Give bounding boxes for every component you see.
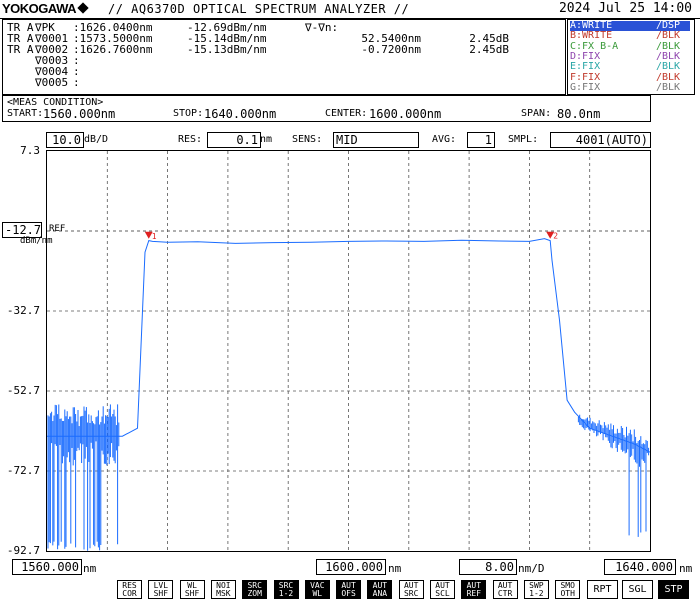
softkey-line2: 1-2 xyxy=(278,589,294,598)
trace-mode-display: /BLK xyxy=(656,81,681,93)
softkey-line2: CTR xyxy=(497,589,513,598)
start-value: 1560.000nm xyxy=(43,107,116,121)
marker-cell: -15.13dBm/nm xyxy=(187,43,267,56)
softkey-line2: SRC xyxy=(403,589,419,598)
softkey-line2: MSK xyxy=(216,589,231,598)
softkey-line2: 1-2 xyxy=(529,589,544,598)
marker-cell: :1626.7600nm xyxy=(73,43,153,56)
softkey-src-1-2[interactable]: SRC 1-2 xyxy=(273,580,299,599)
softkey-line2: COR xyxy=(122,589,137,598)
trace-mode-name: G:FIX xyxy=(570,81,601,93)
stop-label: STOP: xyxy=(173,108,204,119)
sens-field[interactable]: MID xyxy=(333,132,419,148)
softkey-res-cor[interactable]: RES COR xyxy=(117,580,142,599)
softkey-wl-shf[interactable]: WL SHF xyxy=(179,580,205,599)
trace-mode-item[interactable]: G:FIX/BLK xyxy=(570,81,690,93)
x-center-value[interactable]: 1600.000 xyxy=(316,559,386,575)
softkey-noi-msk[interactable]: NOI MSK xyxy=(210,580,236,599)
brand-name: YOKOGAWA xyxy=(2,1,77,16)
sens-label: SENS: xyxy=(292,134,323,145)
trace-mode-display: /BLK xyxy=(656,61,681,73)
softkey-line2: ANA xyxy=(372,589,388,598)
stp-button[interactable]: STP xyxy=(658,580,689,599)
res-label: RES: xyxy=(178,134,203,145)
span-value: 80.0nm xyxy=(557,107,601,121)
x-start-unit: nm xyxy=(83,562,97,575)
scale-field[interactable]: 10.0 xyxy=(46,132,84,148)
softkey-aut-ana[interactable]: AUT ANA xyxy=(367,580,393,599)
y-tick-label: -72.7 xyxy=(6,464,40,477)
scale-unit: dB/D xyxy=(84,134,109,145)
smpl-field[interactable]: 4001(AUTO) xyxy=(550,132,651,148)
start-label: START: xyxy=(7,108,44,119)
spectrum-plot[interactable]: REF 12 xyxy=(46,150,651,552)
softkey-aut-ctr[interactable]: AUT CTR xyxy=(492,580,518,599)
marker-cell: : xyxy=(73,76,80,89)
softkey-aut-ref[interactable]: AUT REF xyxy=(461,580,487,599)
span-label: SPAN: xyxy=(521,108,552,119)
softkey-line2: OTH xyxy=(560,589,575,598)
brand-logo: YOKOGAWA xyxy=(2,1,90,16)
sgl-button[interactable]: SGL xyxy=(622,580,653,599)
x-scale-unit: nm/D xyxy=(518,562,545,575)
softkey-lvl-shf[interactable]: LVL SHF xyxy=(148,580,174,599)
diamond-icon xyxy=(77,2,89,14)
softkey-src-zom[interactable]: SRC ZOM xyxy=(242,580,268,599)
res-unit: nm xyxy=(260,134,273,145)
marker-cell: TR A xyxy=(7,43,34,56)
softkey-line2: ZOM xyxy=(247,589,262,598)
trace-mode-panel: A:WRITE/DSP B:WRITE/BLK C:FX B-A/BLK D:FIX /… xyxy=(567,19,695,95)
softkey-line2: WL xyxy=(312,589,323,598)
trace-mode-display: /BLK xyxy=(656,30,681,42)
ref-label: REF xyxy=(49,224,66,234)
center-label: CENTER: xyxy=(325,108,368,119)
instrument-title: // AQ6370D OPTICAL SPECTRUM ANALYZER // xyxy=(108,2,410,16)
markers: 12 xyxy=(144,231,558,241)
meas-condition: <MEAS CONDITION> START: 1560.000nm STOP:… xyxy=(2,95,651,122)
x-stop-unit: nm xyxy=(679,562,693,575)
marker-cell: ∇-∇n: xyxy=(305,21,339,34)
smpl-label: SMPL: xyxy=(508,134,539,145)
softkey-aut-src[interactable]: AUT SRC xyxy=(398,580,424,599)
avg-field[interactable]: 1 xyxy=(467,132,495,148)
avg-label: AVG: xyxy=(432,134,457,145)
marker-cell: ∇0005 xyxy=(35,76,69,89)
softkey-line2: SHF xyxy=(184,589,200,598)
softkey-line2: SHF xyxy=(153,589,169,598)
y-tick-bottom: -92.7 xyxy=(6,544,40,557)
softkey-aut-ofs[interactable]: AUT OFS xyxy=(336,580,362,599)
x-start-value[interactable]: 1560.000 xyxy=(12,559,82,575)
marker-label: 2 xyxy=(553,232,558,241)
rpt-button[interactable]: RPT xyxy=(587,580,618,599)
x-scale-value[interactable]: 8.00 xyxy=(459,559,517,575)
y-tick-label: -52.7 xyxy=(6,384,40,397)
marker-cell: -0.7200nm xyxy=(361,43,421,56)
softkey-swp-1-2[interactable]: SWP 1-2 xyxy=(523,580,549,599)
marker-table: TR A ∇PK:1626.0400nm -12.69dBm/nm ∇-∇n: TR A… xyxy=(2,19,566,95)
trace-mode-display: /BLK xyxy=(656,71,681,83)
softkey-line2: SCL xyxy=(435,589,450,598)
marker-cell: 2.45dB xyxy=(469,43,509,56)
softkey-line2: REF xyxy=(466,589,482,598)
y-tick-label: -32.7 xyxy=(6,304,40,317)
softkey-aut-scl[interactable]: AUT SCL xyxy=(430,580,455,599)
center-value: 1600.000nm xyxy=(369,107,442,121)
softkey-line2: OFS xyxy=(341,589,356,598)
y-tick-top: 7.3 xyxy=(20,144,40,157)
res-field[interactable]: 0.1 xyxy=(207,132,261,148)
datetime: 2024 Jul 25 14:00 xyxy=(558,1,692,16)
x-center-unit: nm xyxy=(388,562,402,575)
x-stop-value[interactable]: 1640.000 xyxy=(604,559,676,575)
stop-value: 1640.000nm xyxy=(204,107,277,121)
marker-label: 1 xyxy=(152,232,157,241)
grid xyxy=(47,151,650,551)
softkey-vac-wl[interactable]: VAC WL xyxy=(304,580,330,599)
softkey-smo-oth[interactable]: SMO OTH xyxy=(555,580,581,599)
